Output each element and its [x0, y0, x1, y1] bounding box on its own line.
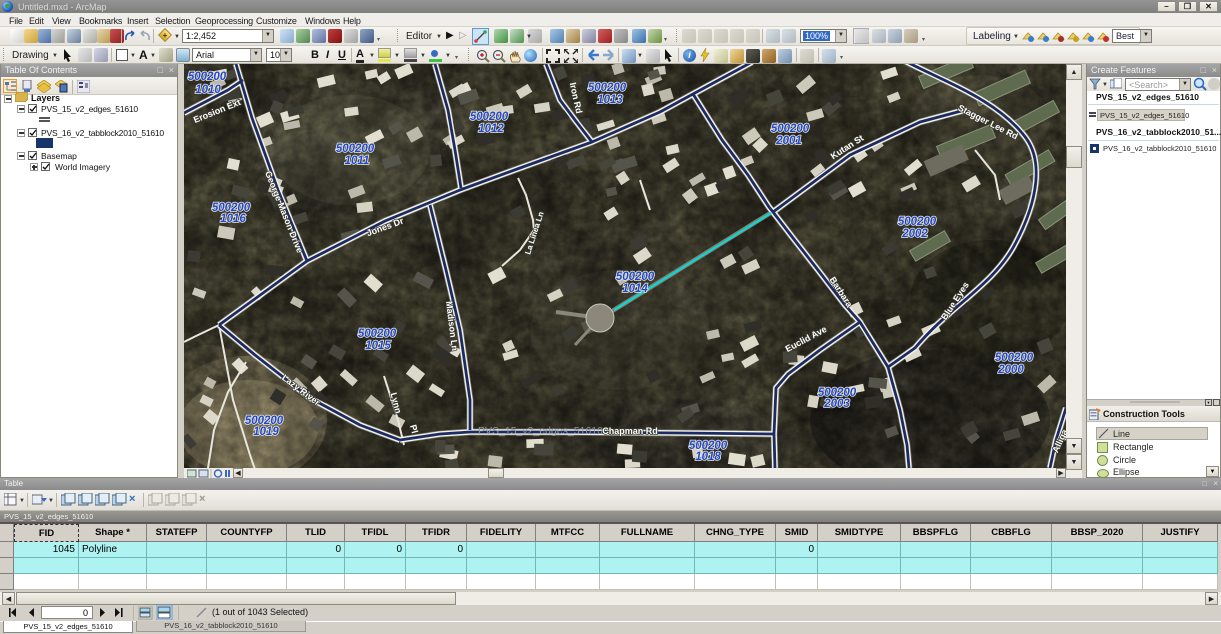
- svg-text:500200: 500200: [336, 143, 375, 155]
- svg-text:1013: 1013: [597, 94, 623, 106]
- svg-text:1015: 1015: [365, 340, 391, 352]
- svg-text:500200: 500200: [588, 82, 627, 94]
- svg-text:PVS_15_v2_edges_51610: PVS_15_v2_edges_51610: [478, 425, 603, 437]
- svg-text:1011: 1011: [345, 155, 370, 167]
- svg-text:500200: 500200: [995, 352, 1034, 364]
- svg-text:2003: 2003: [823, 398, 850, 410]
- svg-text:2002: 2002: [901, 228, 928, 240]
- svg-text:500200: 500200: [898, 216, 937, 228]
- svg-text:1014: 1014: [622, 283, 648, 295]
- svg-text:Chapman Rd: Chapman Rd: [602, 426, 658, 436]
- svg-text:1016: 1016: [220, 213, 246, 225]
- svg-text:500200: 500200: [771, 123, 810, 135]
- svg-text:500200: 500200: [188, 71, 227, 83]
- svg-text:500200: 500200: [470, 111, 509, 123]
- svg-text:1018: 1018: [695, 451, 721, 463]
- svg-text:1019: 1019: [253, 426, 279, 438]
- svg-text:500200: 500200: [616, 271, 655, 283]
- svg-text:2001: 2001: [775, 135, 802, 147]
- svg-text:2000: 2000: [997, 364, 1024, 376]
- svg-text:1012: 1012: [478, 123, 504, 135]
- svg-text:1010: 1010: [195, 84, 221, 96]
- svg-text:500200: 500200: [358, 328, 397, 340]
